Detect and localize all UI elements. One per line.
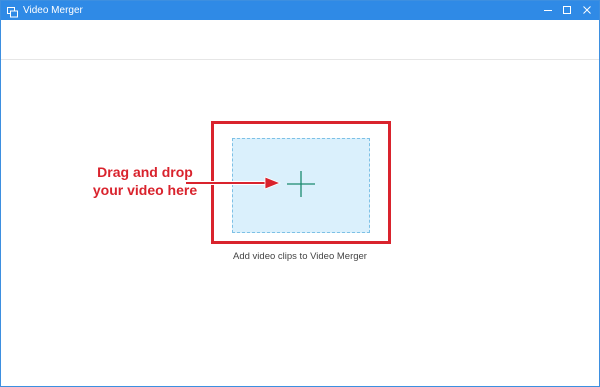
maximize-icon xyxy=(562,2,572,20)
minimize-button[interactable] xyxy=(539,1,557,20)
drop-zone-caption: Add video clips to Video Merger xyxy=(233,251,367,262)
window-title: Video Merger xyxy=(23,5,83,16)
arrow-icon xyxy=(185,176,282,190)
close-icon xyxy=(582,2,592,20)
maximize-button[interactable] xyxy=(558,1,576,20)
title-bar[interactable]: Video Merger xyxy=(1,1,599,20)
close-button[interactable] xyxy=(578,1,596,20)
plus-icon[interactable] xyxy=(286,170,316,198)
app-icon xyxy=(7,5,18,18)
minimize-icon xyxy=(543,2,553,20)
toolbar-area xyxy=(1,20,599,60)
